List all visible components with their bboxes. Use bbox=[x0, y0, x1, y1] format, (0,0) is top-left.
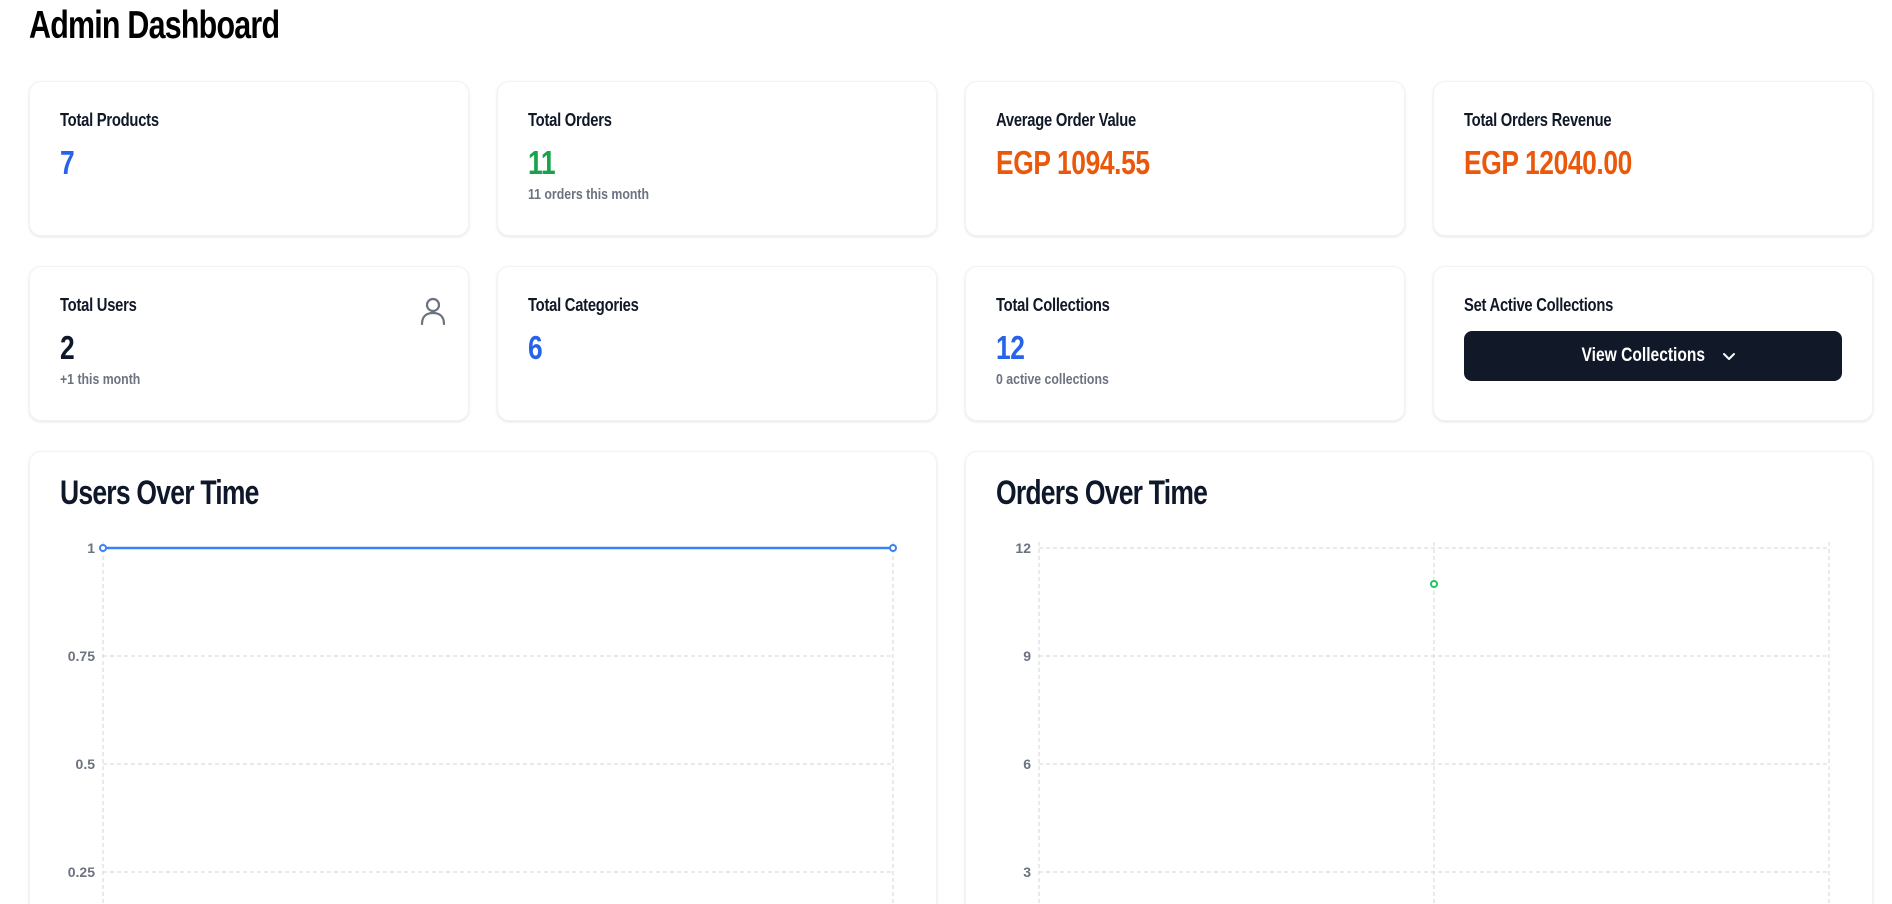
total-collections-card: Total Collections 12 0 active collection… bbox=[965, 266, 1405, 421]
total-users-card: Total Users 2 +1 this month bbox=[29, 266, 469, 421]
stat-label: Total Orders Revenue bbox=[1464, 110, 1612, 130]
total-categories-card: Total Categories 6 bbox=[497, 266, 937, 421]
y-tick-label: 1 bbox=[87, 540, 95, 556]
stat-value: 7 bbox=[60, 144, 75, 181]
orders-over-time-card: Orders Over Time 12 9 6 3 bbox=[965, 451, 1873, 904]
stat-label: Set Active Collections bbox=[1464, 295, 1614, 315]
stat-value: 11 bbox=[528, 144, 556, 181]
total-orders-revenue-card: Total Orders Revenue EGP 12040.00 bbox=[1433, 81, 1873, 236]
y-tick-label: 3 bbox=[1023, 864, 1031, 880]
view-collections-button[interactable]: View Collections bbox=[1464, 331, 1842, 381]
data-point bbox=[1430, 580, 1438, 588]
stat-subtext: 11 orders this month bbox=[528, 186, 649, 203]
data-point bbox=[889, 544, 897, 552]
button-label: View Collections bbox=[1581, 345, 1705, 366]
stat-subtext: +1 this month bbox=[60, 371, 141, 388]
total-products-card: Total Products 7 bbox=[29, 81, 469, 236]
chevron-down-icon bbox=[1723, 353, 1736, 360]
stat-label: Average Order Value bbox=[996, 110, 1137, 130]
stat-value: EGP 12040.00 bbox=[1464, 144, 1632, 181]
user-icon bbox=[420, 297, 446, 325]
total-orders-card: Total Orders 11 11 orders this month bbox=[497, 81, 937, 236]
stat-label: Total Categories bbox=[528, 295, 639, 315]
y-tick-label: 9 bbox=[1023, 648, 1031, 664]
dashboard-page: Admin Dashboard Total Products 7 Total O… bbox=[0, 0, 1892, 904]
page-title: Admin Dashboard bbox=[29, 4, 280, 47]
stat-label: Total Users bbox=[60, 295, 137, 315]
stat-label: Total Orders bbox=[528, 110, 612, 130]
stat-value: 2 bbox=[60, 329, 75, 366]
y-tick-label: 0.5 bbox=[76, 756, 96, 772]
average-order-value-card: Average Order Value EGP 1094.55 bbox=[965, 81, 1405, 236]
y-tick-label: 0.75 bbox=[68, 648, 95, 664]
set-active-collections-card: Set Active Collections View Collections bbox=[1433, 266, 1873, 421]
data-point bbox=[99, 544, 107, 552]
stat-label: Total Collections bbox=[996, 295, 1110, 315]
stat-value: 12 bbox=[996, 329, 1025, 366]
y-tick-label: 12 bbox=[1015, 540, 1031, 556]
stat-value: 6 bbox=[528, 329, 543, 366]
stat-value: EGP 1094.55 bbox=[996, 144, 1150, 181]
users-over-time-chart: 1 0.75 0.5 0.25 bbox=[68, 540, 897, 904]
y-tick-label: 6 bbox=[1023, 756, 1031, 772]
users-over-time-card: Users Over Time 1 0.75 0.5 0.25 bbox=[29, 451, 937, 904]
orders-over-time-chart: 12 9 6 3 bbox=[1015, 540, 1830, 904]
stat-subtext: 0 active collections bbox=[996, 371, 1109, 388]
stat-label: Total Products bbox=[60, 110, 159, 130]
y-tick-label: 0.25 bbox=[68, 864, 95, 880]
